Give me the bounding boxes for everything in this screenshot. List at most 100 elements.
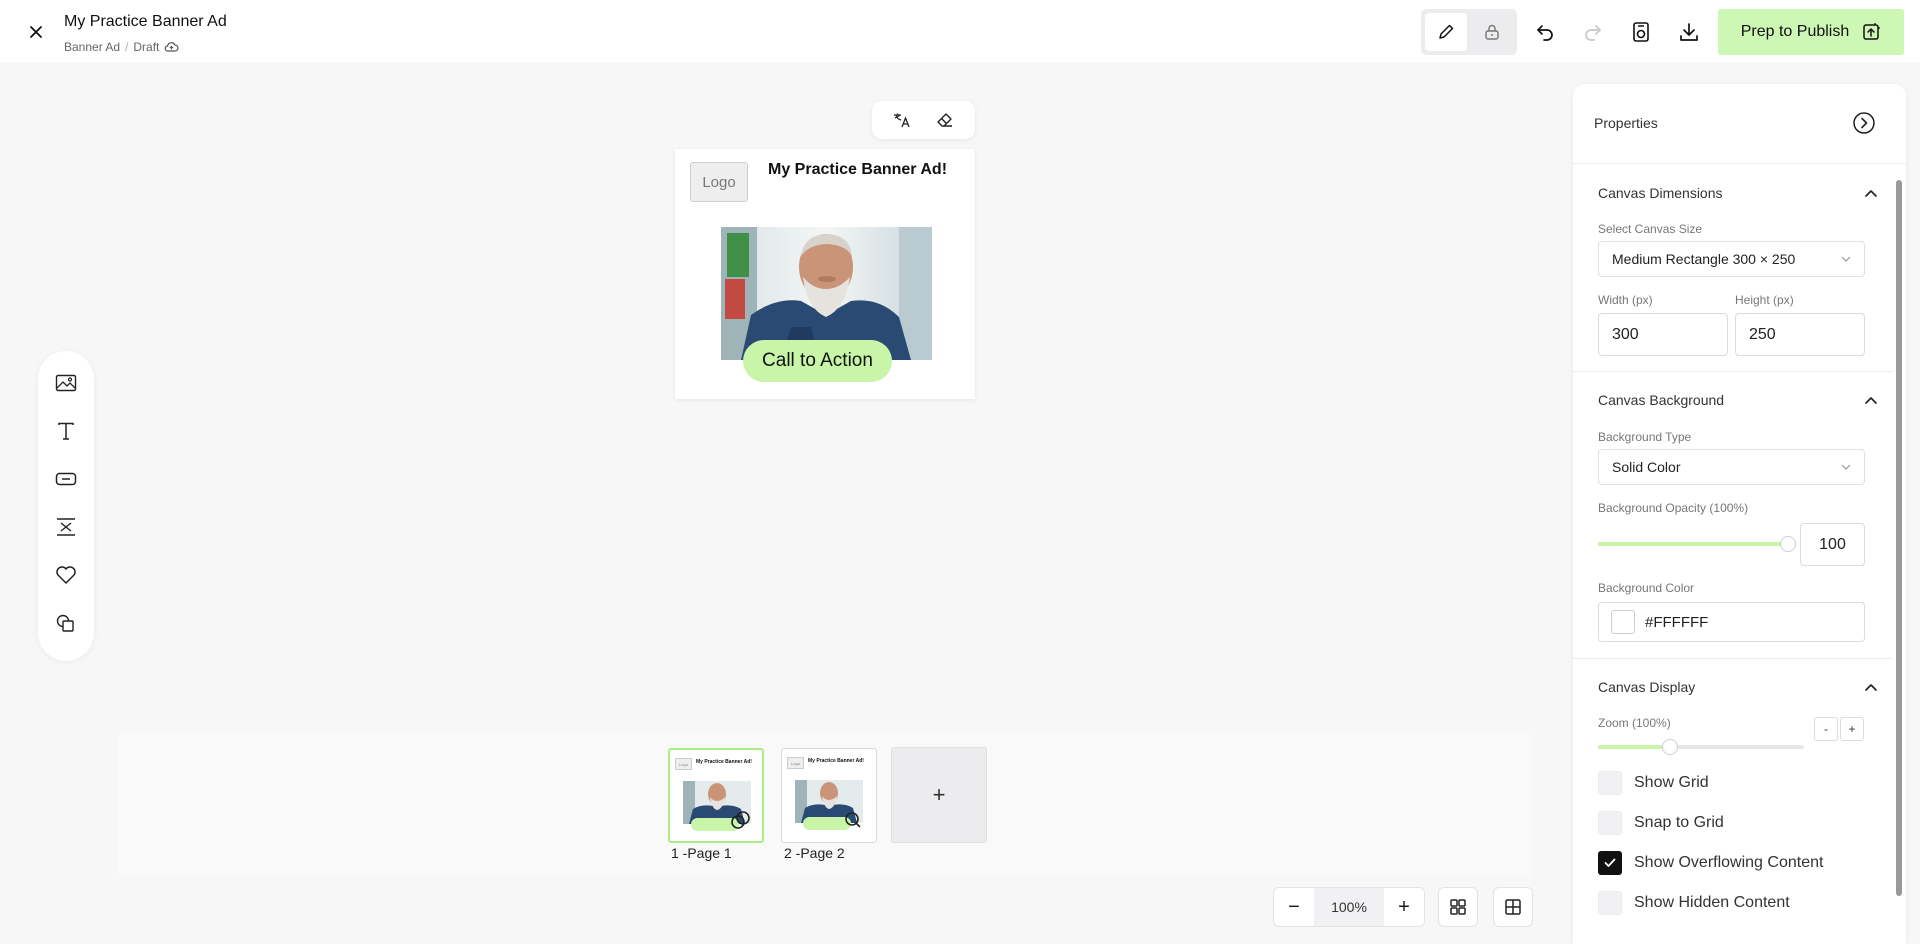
show-hidden-content-checkbox[interactable] — [1598, 891, 1622, 915]
image-icon — [55, 374, 77, 392]
scrollbar-thumb[interactable] — [1896, 180, 1902, 896]
show-overflowing-content-checkbox[interactable] — [1598, 851, 1622, 875]
page-thumbnail-1[interactable]: Logo My Practice Banner Ad! — [668, 748, 764, 843]
show-hidden-content-option[interactable]: Show Hidden Content — [1598, 891, 1790, 915]
section-divider — [1573, 658, 1893, 659]
thumb-headline: My Practice Banner Ad! — [808, 758, 864, 764]
add-icon-button[interactable] — [52, 563, 80, 587]
download-button[interactable] — [1672, 15, 1706, 49]
background-color-value: #FFFFFF — [1645, 613, 1709, 631]
show-grid-checkbox[interactable] — [1598, 771, 1622, 795]
show-hidden-content-label: Show Hidden Content — [1634, 894, 1790, 911]
translate-button[interactable] — [889, 107, 915, 133]
redo-button[interactable] — [1576, 15, 1610, 49]
properties-scrollbar[interactable] — [1894, 166, 1904, 944]
color-swatch[interactable] — [1611, 610, 1635, 634]
height-input[interactable] — [1735, 313, 1865, 356]
section-divider — [1573, 371, 1893, 372]
section-canvas-dimensions[interactable]: Canvas Dimensions — [1598, 182, 1878, 204]
zoom-in-button[interactable]: + — [1384, 888, 1424, 926]
banner-canvas[interactable]: Logo My Practice Banner Ad! Call to Acti… — [675, 149, 975, 399]
checkmark-icon — [1604, 858, 1616, 867]
add-text-button[interactable] — [52, 419, 80, 443]
undo-icon — [1537, 25, 1553, 41]
snap-to-grid-checkbox[interactable] — [1598, 811, 1622, 835]
preview-button[interactable] — [1624, 15, 1658, 49]
zoom-out-button[interactable]: − — [1274, 888, 1314, 926]
canvas-zoom-plus[interactable]: + — [1840, 717, 1864, 741]
canvas-zoom-minus[interactable]: - — [1814, 717, 1838, 741]
snap-to-grid-label: Snap to Grid — [1634, 814, 1724, 831]
show-overflowing-content-label: Show Overflowing Content — [1634, 854, 1824, 871]
chevron-up-icon — [1865, 684, 1877, 691]
canvas-size-select[interactable]: Medium Rectangle 300 × 250 — [1598, 241, 1865, 277]
edit-mode-button[interactable] — [1425, 13, 1467, 51]
add-shape-button[interactable] — [52, 611, 80, 635]
breadcrumb-type[interactable]: Banner Ad — [64, 40, 120, 54]
thumb-logo: Logo — [675, 758, 692, 770]
properties-header: Properties — [1573, 84, 1906, 164]
snap-to-grid-option[interactable]: Snap to Grid — [1598, 811, 1724, 835]
heart-icon — [56, 566, 76, 584]
background-type-label: Background Type — [1598, 430, 1692, 444]
layout-view-button[interactable] — [1493, 887, 1533, 927]
download-icon — [1680, 23, 1698, 41]
breadcrumb: Banner Ad / Draft — [64, 40, 179, 54]
add-button-element[interactable] — [52, 467, 80, 491]
lock-button[interactable] — [1471, 13, 1513, 51]
breadcrumb-status: Draft — [133, 40, 160, 54]
zoom-slider-thumb[interactable] — [1662, 739, 1679, 755]
chevron-right-circle-icon — [1853, 112, 1875, 134]
call-to-action-button[interactable]: Call to Action — [743, 340, 892, 382]
page-thumbnail-2[interactable]: Logo My Practice Banner Ad! — [781, 748, 877, 843]
add-spacer-button[interactable] — [52, 515, 80, 539]
zoom-controls: − 100% + — [1273, 887, 1425, 927]
background-color-input[interactable]: #FFFFFF — [1598, 602, 1865, 642]
section-canvas-display[interactable]: Canvas Display — [1598, 676, 1878, 698]
banner-logo[interactable]: Logo — [690, 162, 748, 202]
background-opacity-label: Background Opacity (100%) — [1598, 501, 1749, 515]
section-heading: Canvas Dimensions — [1598, 185, 1723, 201]
add-image-button[interactable] — [52, 371, 80, 395]
canvas-size-value: Medium Rectangle 300 × 250 — [1612, 251, 1796, 267]
banner-headline[interactable]: My Practice Banner Ad! — [768, 161, 947, 179]
grid-view-button[interactable] — [1438, 887, 1478, 927]
chevron-down-icon — [1841, 256, 1851, 262]
redo-icon — [1585, 25, 1601, 41]
thumb-logo: Logo — [787, 757, 804, 769]
zoom-slider-fill — [1598, 745, 1671, 749]
top-bar: My Practice Banner Ad Banner Ad / Draft … — [0, 0, 1920, 62]
thumb-preview-icon — [845, 812, 861, 828]
width-input[interactable] — [1598, 313, 1728, 356]
undo-button[interactable] — [1528, 15, 1562, 49]
edit-mode-group — [1421, 9, 1517, 55]
width-label: Width (px) — [1598, 293, 1653, 307]
opacity-slider[interactable] — [1598, 536, 1796, 552]
show-overflowing-content-option[interactable]: Show Overflowing Content — [1598, 851, 1823, 875]
show-grid-option[interactable]: Show Grid — [1598, 771, 1709, 795]
grid-view-icon — [1450, 899, 1466, 915]
opacity-slider-thumb[interactable] — [1780, 536, 1796, 552]
preview-icon — [1633, 22, 1649, 42]
height-label: Height (px) — [1735, 293, 1794, 307]
prep-to-publish-button[interactable]: Prep to Publish — [1718, 9, 1904, 55]
collapse-panel-button[interactable] — [1851, 110, 1877, 136]
background-type-select[interactable]: Solid Color — [1598, 449, 1865, 485]
thumb-headline: My Practice Banner Ad! — [696, 759, 752, 765]
opacity-value-input[interactable]: 100 — [1800, 523, 1865, 566]
chevron-up-icon — [1865, 190, 1877, 197]
chevron-up-icon — [1865, 397, 1877, 404]
close-button[interactable] — [24, 20, 48, 44]
shapes-icon — [56, 614, 74, 632]
document-title: My Practice Banner Ad — [64, 13, 227, 30]
lock-icon — [1485, 24, 1499, 40]
add-page-button[interactable]: + — [891, 747, 987, 843]
chevron-down-icon — [1841, 464, 1851, 470]
section-canvas-background[interactable]: Canvas Background — [1598, 389, 1878, 411]
close-icon — [30, 26, 42, 38]
publish-icon — [1863, 23, 1881, 40]
page-label-1: 1 -Page 1 — [671, 845, 732, 861]
erase-button[interactable] — [932, 107, 958, 133]
canvas-zoom-slider[interactable] — [1598, 739, 1804, 755]
canvas-mini-toolbar — [872, 101, 975, 139]
